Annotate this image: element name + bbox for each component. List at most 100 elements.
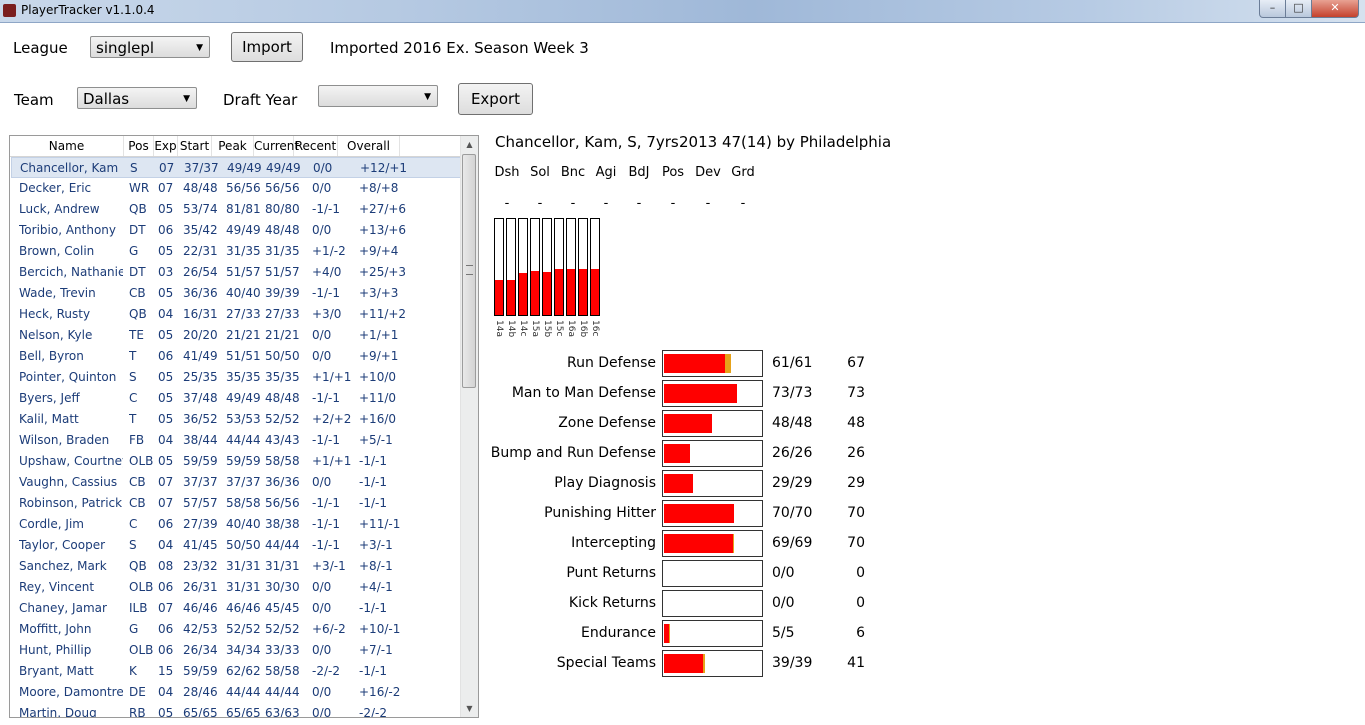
- cell-pos: FB: [129, 433, 145, 447]
- cell-name: Byers, Jeff: [19, 391, 80, 405]
- table-row[interactable]: Rey, Vincent OLB 06 26/31 31/31 30/30 0/0 +4/-1: [11, 577, 461, 598]
- cell-exp: 05: [158, 244, 174, 258]
- attribute-bar-fill: [664, 654, 703, 673]
- attribute-bar-fill: [664, 504, 734, 523]
- table-row[interactable]: Bryant, Matt K 15 59/59 62/62 58/58 -2/-2 -1/-1: [11, 661, 461, 682]
- cell-start: 26/31: [183, 580, 218, 594]
- table-row[interactable]: Kalil, Matt T 05 36/52 53/53 52/52 +2/+2 +16/0: [11, 409, 461, 430]
- trend-bar-fill: [519, 273, 527, 315]
- attribute-bar-potential: [669, 624, 670, 643]
- close-button[interactable]: ✕: [1311, 0, 1359, 18]
- cell-current: 48/48: [265, 391, 300, 405]
- table-row[interactable]: Luck, Andrew QB 05 53/74 81/81 80/80 -1/-1 +27/…: [11, 199, 461, 220]
- attribute-overall: 70: [847, 505, 865, 521]
- cell-start: 26/34: [183, 643, 218, 657]
- cell-overall: +13/+6: [359, 223, 407, 237]
- cell-recent: 0/0: [313, 161, 333, 175]
- attribute-bar: [662, 650, 763, 677]
- cell-name: Moffitt, John: [19, 622, 92, 636]
- league-select[interactable]: singlepl ▼: [90, 36, 210, 58]
- attribute-overall: 73: [847, 385, 865, 401]
- minimize-button[interactable]: –: [1259, 0, 1286, 18]
- scroll-up-arrow-icon[interactable]: ▲: [461, 136, 478, 153]
- cell-exp: 05: [158, 328, 174, 342]
- table-row[interactable]: Cordle, Jim C 06 27/39 40/40 38/38 -1/-1 +11/-1: [11, 514, 461, 535]
- column-header-recent[interactable]: Recent: [294, 136, 338, 156]
- maximize-button[interactable]: □: [1285, 0, 1312, 18]
- column-header-start[interactable]: Start: [178, 136, 212, 156]
- cell-exp: 07: [158, 475, 174, 489]
- cell-peak: 49/49: [227, 161, 262, 175]
- table-row[interactable]: Upshaw, Courtney OLB 05 59/59 59/59 58/58 +1/+…: [11, 451, 461, 472]
- skill-label-dsh: Dsh: [494, 165, 520, 180]
- trend-bar-fill: [531, 271, 539, 315]
- cell-name: Wilson, Braden: [19, 433, 110, 447]
- table-row[interactable]: Pointer, Quinton S 05 25/35 35/35 35/35 +1/+1 +…: [11, 367, 461, 388]
- team-select[interactable]: Dallas ▼: [77, 87, 197, 109]
- column-header-current[interactable]: Current: [254, 136, 299, 156]
- cell-name: Upshaw, Courtney: [19, 454, 123, 468]
- column-header-pos[interactable]: Pos: [124, 136, 154, 156]
- cell-current: 58/58: [265, 664, 300, 678]
- cell-peak: 58/58: [226, 496, 261, 510]
- attribute-value: 29/29: [772, 475, 813, 491]
- table-row[interactable]: Wade, Trevin CB 05 36/36 40/40 39/39 -1/-1 +3/+…: [11, 283, 461, 304]
- table-row[interactable]: Moffitt, John G 06 42/53 52/52 52/52 +6/-2 +10/…: [11, 619, 461, 640]
- table-row[interactable]: Moore, Damontre DE 04 28/46 44/44 44/44 0/0 +16…: [11, 682, 461, 703]
- table-row[interactable]: Wilson, Braden FB 04 38/44 44/44 43/43 -1/-1 +5…: [11, 430, 461, 451]
- cell-peak: 49/49: [226, 223, 261, 237]
- cell-current: 58/58: [265, 454, 300, 468]
- cell-recent: -1/-1: [312, 202, 340, 216]
- cell-exp: 06: [158, 349, 174, 363]
- scroll-thumb[interactable]: [462, 154, 476, 388]
- table-row[interactable]: Sanchez, Mark QB 08 23/32 31/31 31/31 +3/-1 +8/…: [11, 556, 461, 577]
- cell-start: 37/48: [183, 391, 218, 405]
- attribute-value: 48/48: [772, 415, 813, 431]
- table-row[interactable]: Bercich, Nathaniel DT 03 26/54 51/57 51/57 +4/…: [11, 262, 461, 283]
- cell-pos: S: [130, 161, 138, 175]
- import-button[interactable]: Import: [231, 32, 303, 62]
- cell-peak: 31/31: [226, 559, 261, 573]
- table-row[interactable]: Martin, Doug RB 05 65/65 65/65 63/63 0/0 -2/-2: [11, 703, 461, 717]
- table-row[interactable]: Hunt, Phillip OLB 06 26/34 34/34 33/33 0/0 +7/-…: [11, 640, 461, 661]
- table-row[interactable]: Nelson, Kyle TE 05 20/20 21/21 21/21 0/0 +1/+1: [11, 325, 461, 346]
- cell-start: 42/53: [183, 622, 218, 636]
- column-header-exp[interactable]: Exp: [154, 136, 178, 156]
- table-row[interactable]: Vaughn, Cassius CB 07 37/37 37/37 36/36 0/0 -1/…: [11, 472, 461, 493]
- cell-recent: -1/-1: [312, 517, 340, 531]
- cell-recent: 0/0: [312, 601, 332, 615]
- table-row[interactable]: Byers, Jeff C 05 37/48 49/49 48/48 -1/-1 +11/0: [11, 388, 461, 409]
- player-header: Chancellor, Kam, S, 7yrs: [495, 133, 679, 151]
- table-row[interactable]: Toribio, Anthony DT 06 35/42 49/49 48/48 0/0 +1…: [11, 220, 461, 241]
- table-row[interactable]: Heck, Rusty QB 04 16/31 27/33 27/33 +3/0 +11/+2: [11, 304, 461, 325]
- table-row[interactable]: Chaney, Jamar ILB 07 46/46 46/46 45/45 0/0 -1/-…: [11, 598, 461, 619]
- cell-recent: 0/0: [312, 223, 332, 237]
- table-row[interactable]: Robinson, Patrick CB 07 57/57 58/58 56/56 -1/-…: [11, 493, 461, 514]
- cell-exp: 05: [158, 454, 174, 468]
- table-row[interactable]: Decker, Eric WR 07 48/48 56/56 56/56 0/0 +8/+8: [11, 178, 461, 199]
- table-row[interactable]: Chancellor, Kam S 07 37/37 49/49 49/49 0/0 +12/…: [11, 157, 461, 178]
- export-button[interactable]: Export: [458, 83, 533, 115]
- draft-year-select[interactable]: ▼: [318, 85, 438, 107]
- attribute-overall: 48: [847, 415, 865, 431]
- trend-bar-fill: [507, 280, 515, 315]
- cell-overall: +11/+2: [359, 307, 407, 321]
- column-header-name[interactable]: Name: [10, 136, 124, 156]
- table-row[interactable]: Brown, Colin G 05 22/31 31/35 31/35 +1/-2 +9/+4: [11, 241, 461, 262]
- column-header-overall[interactable]: Overall: [338, 136, 400, 156]
- cell-peak: 31/31: [226, 580, 261, 594]
- column-header-peak[interactable]: Peak: [212, 136, 254, 156]
- table-row[interactable]: Taylor, Cooper S 04 41/45 50/50 44/44 -1/-1 +3/…: [11, 535, 461, 556]
- cell-name: Taylor, Cooper: [19, 538, 106, 552]
- cell-exp: 06: [158, 622, 174, 636]
- cell-overall: -1/-1: [359, 475, 387, 489]
- trend-bar: [518, 218, 528, 316]
- table-row[interactable]: Bell, Byron T 06 41/49 51/51 50/50 0/0 +9/+1: [11, 346, 461, 367]
- player-list[interactable]: Name Pos Exp Start Peak Current Recent Overall …: [9, 135, 479, 718]
- cell-peak: 31/35: [226, 244, 261, 258]
- cell-overall: +3/+3: [359, 286, 399, 300]
- cell-start: 20/20: [183, 328, 218, 342]
- cell-start: 27/39: [183, 517, 218, 531]
- window-title: PlayerTracker v1.1.0.4: [21, 3, 155, 17]
- scroll-down-arrow-icon[interactable]: ▼: [461, 700, 478, 717]
